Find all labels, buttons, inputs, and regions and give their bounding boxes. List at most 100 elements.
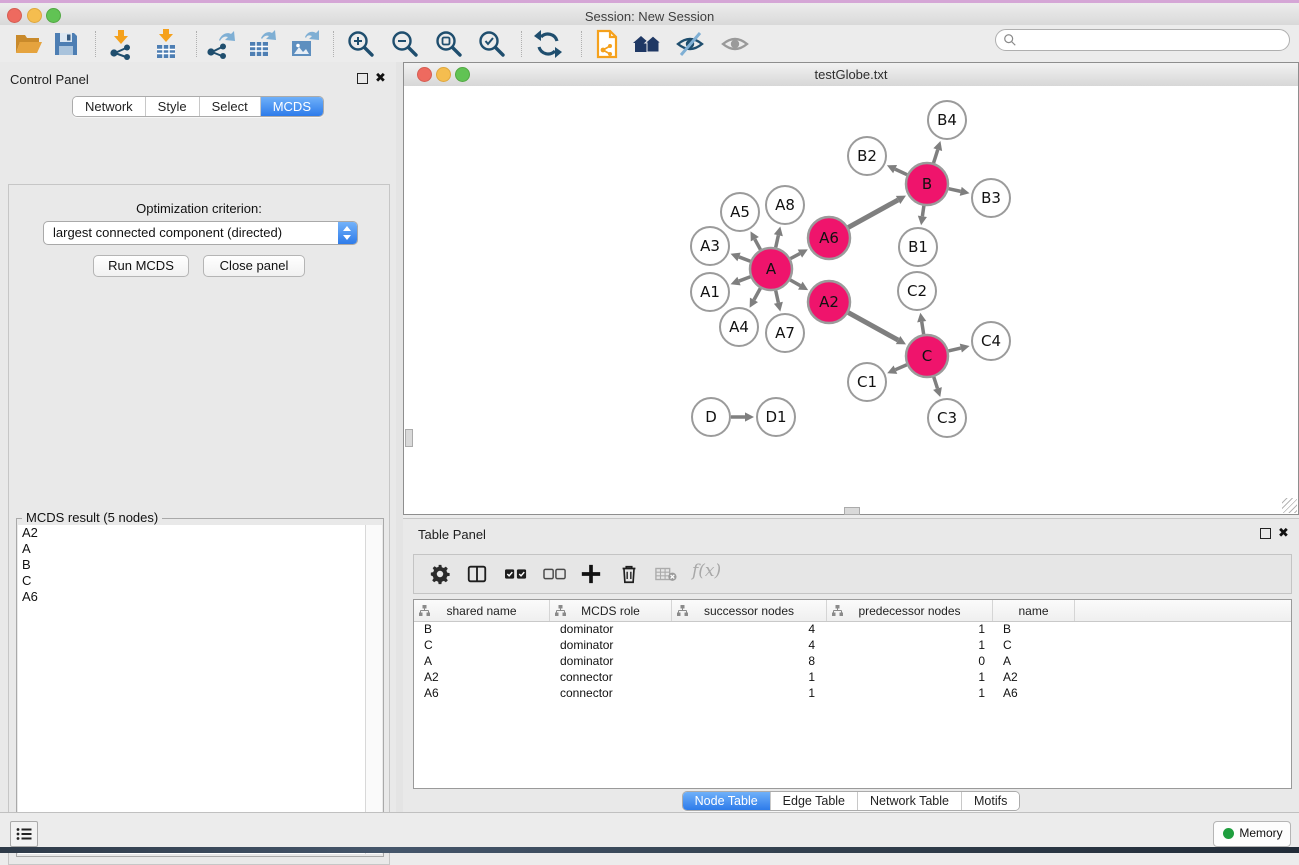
- result-item[interactable]: A: [18, 541, 365, 557]
- graph-edge[interactable]: [922, 206, 924, 217]
- close-panel-icon[interactable]: ✖: [375, 73, 386, 83]
- select-all-checkboxes-icon[interactable]: [504, 563, 528, 585]
- table-cell[interactable]: 1: [827, 670, 993, 684]
- table-cell[interactable]: A6: [993, 686, 1075, 700]
- first-neighbors-houses-icon[interactable]: [631, 28, 663, 60]
- close-panel-button[interactable]: Close panel: [203, 255, 305, 277]
- table-tab-node-table[interactable]: Node Table: [683, 792, 771, 810]
- table-cell[interactable]: 4: [672, 638, 827, 652]
- table-cell[interactable]: 1: [827, 622, 993, 636]
- table-cell[interactable]: 1: [827, 686, 993, 700]
- graph-edge[interactable]: [934, 377, 938, 389]
- table-row[interactable]: A2connector11A2: [414, 669, 1291, 685]
- task-history-button[interactable]: [10, 821, 38, 847]
- table-float-panel-icon[interactable]: [1260, 528, 1271, 539]
- panel-splitter[interactable]: [396, 62, 403, 812]
- table-row[interactable]: Adominator80A: [414, 653, 1291, 669]
- table-cell[interactable]: 1: [672, 686, 827, 700]
- import-network-icon[interactable]: [105, 28, 137, 60]
- import-table-icon[interactable]: [150, 28, 182, 60]
- table-cell[interactable]: dominator: [550, 654, 672, 668]
- table-cell[interactable]: 4: [672, 622, 827, 636]
- graph-edge[interactable]: [848, 313, 898, 340]
- table-tab-network-table[interactable]: Network Table: [858, 792, 962, 810]
- graph-edge[interactable]: [790, 280, 800, 286]
- graph-edge[interactable]: [895, 365, 906, 370]
- result-item[interactable]: B: [18, 557, 365, 573]
- deselect-all-checkboxes-icon[interactable]: [543, 563, 567, 585]
- zoom-out-icon[interactable]: [389, 28, 421, 60]
- table-row[interactable]: A6connector11A6: [414, 685, 1291, 701]
- table-close-panel-icon[interactable]: ✖: [1278, 528, 1289, 538]
- table-settings-gear-icon[interactable]: [429, 563, 451, 585]
- export-table-icon[interactable]: [245, 28, 277, 60]
- table-row[interactable]: Bdominator41B: [414, 621, 1291, 637]
- column-header[interactable]: successor nodes: [672, 600, 827, 621]
- memory-button[interactable]: Memory: [1213, 821, 1291, 847]
- save-session-icon[interactable]: [50, 28, 82, 60]
- add-column-plus-icon[interactable]: [580, 563, 602, 585]
- table-cell[interactable]: B: [414, 622, 550, 636]
- graph-edge[interactable]: [948, 348, 960, 351]
- table-cell[interactable]: A: [993, 654, 1075, 668]
- graph-edge[interactable]: [922, 322, 924, 335]
- table-cell[interactable]: connector: [550, 686, 672, 700]
- graph-edge[interactable]: [739, 257, 750, 261]
- export-network-icon[interactable]: [205, 28, 237, 60]
- export-image-icon[interactable]: [288, 28, 320, 60]
- table-cell[interactable]: connector: [550, 670, 672, 684]
- table-cell[interactable]: 0: [827, 654, 993, 668]
- open-session-icon[interactable]: [12, 28, 44, 60]
- left-edge-handle[interactable]: [405, 429, 413, 447]
- table-cell[interactable]: A: [414, 654, 550, 668]
- column-header[interactable]: MCDS role: [550, 600, 672, 621]
- result-scrollbar[interactable]: [365, 525, 382, 854]
- node-table[interactable]: shared nameMCDS rolesuccessor nodesprede…: [413, 599, 1292, 789]
- graph-edge[interactable]: [895, 169, 907, 175]
- table-cell[interactable]: A2: [414, 670, 550, 684]
- search-box[interactable]: [995, 29, 1290, 51]
- table-cell[interactable]: A6: [414, 686, 550, 700]
- result-item[interactable]: C: [18, 573, 365, 589]
- graph-edge[interactable]: [934, 150, 938, 163]
- graph-edge[interactable]: [776, 290, 779, 302]
- tab-style[interactable]: Style: [146, 97, 200, 116]
- table-cell[interactable]: dominator: [550, 622, 672, 636]
- run-mcds-button[interactable]: Run MCDS: [93, 255, 189, 277]
- table-cell[interactable]: 1: [672, 670, 827, 684]
- graph-edge[interactable]: [739, 277, 750, 281]
- show-hidden-eye-icon[interactable]: [719, 28, 751, 60]
- column-header[interactable]: name: [993, 600, 1075, 621]
- graph-edge[interactable]: [776, 235, 779, 247]
- column-header[interactable]: shared name: [414, 600, 550, 621]
- table-cell[interactable]: C: [414, 638, 550, 652]
- zoom-fit-icon[interactable]: [433, 28, 465, 60]
- table-tab-edge-table[interactable]: Edge Table: [771, 792, 858, 810]
- table-cell[interactable]: 1: [827, 638, 993, 652]
- optimization-criterion-dropdown[interactable]: largest connected component (directed): [43, 221, 358, 245]
- network-canvas[interactable]: B4B2BB3A8A5A6B1A3AC2A1A2A4A7C4CC1C3DD1: [404, 86, 1298, 507]
- zoom-in-icon[interactable]: [345, 28, 377, 60]
- table-row[interactable]: Cdominator41C: [414, 637, 1291, 653]
- table-cell[interactable]: 8: [672, 654, 827, 668]
- refresh-icon[interactable]: [532, 28, 564, 60]
- table-cell[interactable]: A2: [993, 670, 1075, 684]
- table-tab-motifs[interactable]: Motifs: [962, 792, 1019, 810]
- graph-edge[interactable]: [755, 239, 761, 249]
- result-item[interactable]: A6: [18, 589, 365, 605]
- graph-edge[interactable]: [848, 200, 898, 227]
- search-input[interactable]: [1020, 31, 1284, 49]
- table-cell[interactable]: C: [993, 638, 1075, 652]
- new-network-from-selection-icon[interactable]: [590, 28, 622, 60]
- network-window-titlebar[interactable]: testGlobe.txt: [404, 63, 1298, 87]
- zoom-selected-icon[interactable]: [476, 28, 508, 60]
- graph-edge[interactable]: [790, 254, 799, 259]
- table-cell[interactable]: dominator: [550, 638, 672, 652]
- graph-edge[interactable]: [754, 288, 760, 300]
- column-selector-icon[interactable]: [466, 563, 488, 585]
- function-builder-icon[interactable]: f(x): [692, 561, 721, 581]
- graph-edge[interactable]: [948, 189, 960, 192]
- tab-mcds[interactable]: MCDS: [261, 97, 323, 116]
- hide-selected-eye-icon[interactable]: [674, 28, 706, 60]
- bottom-edge-handle[interactable]: [844, 507, 860, 515]
